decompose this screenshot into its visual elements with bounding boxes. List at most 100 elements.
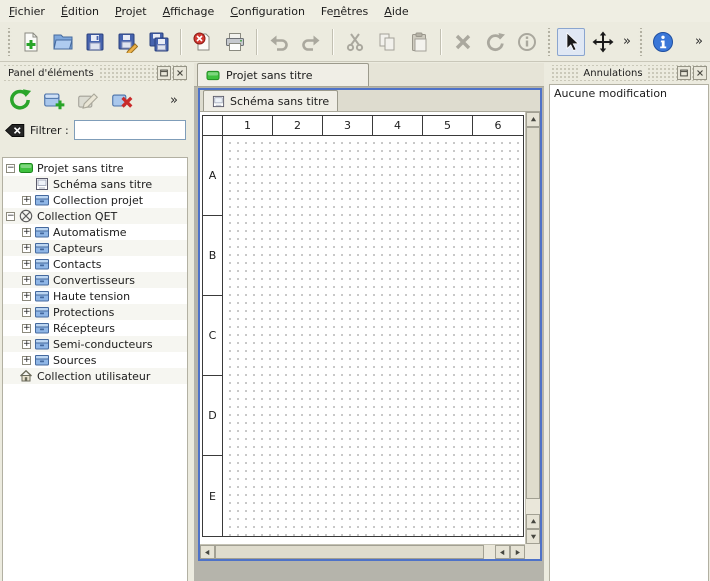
undo-dock-float-button[interactable] [677, 66, 691, 80]
toolbar-handle[interactable] [6, 28, 12, 56]
undo-list-item[interactable]: Aucune modification [550, 85, 708, 102]
menu-configuration[interactable]: Configuration [222, 1, 313, 22]
scroll-up-button[interactable] [526, 112, 540, 127]
save-as-button[interactable] [113, 28, 141, 56]
delete-selection-button[interactable] [449, 28, 477, 56]
tree-item-schema-sans-titre[interactable]: Schéma sans titre [3, 176, 187, 192]
cut-button[interactable] [341, 28, 369, 56]
folder-drawer-icon [35, 273, 49, 287]
delete-element-button[interactable] [107, 85, 137, 115]
row-header-B: B [203, 216, 223, 296]
expander-plus-icon[interactable]: + [22, 340, 31, 349]
filter-clear-button[interactable] [4, 123, 25, 138]
tree-item-label: Contacts [53, 258, 102, 271]
expander-plus-icon[interactable]: + [22, 356, 31, 365]
tree-item-convertisseurs[interactable]: +Convertisseurs [3, 272, 187, 288]
tree-item-capteurs[interactable]: + Capteurs [3, 240, 187, 256]
tree-item-collection-qet[interactable]: −Collection QET [3, 208, 187, 224]
expander-plus-icon[interactable]: + [22, 324, 31, 333]
menu-fichier[interactable]: Fichier [1, 1, 53, 22]
expander-plus-icon[interactable]: + [22, 244, 31, 253]
scroll-up-button-bottom[interactable] [526, 514, 540, 529]
vertical-scrollbar[interactable] [525, 112, 540, 544]
redo-button[interactable] [297, 28, 325, 56]
central-area: Projet sans titre Schéma sans titre [194, 63, 544, 581]
tree-item-label: Récepteurs [53, 322, 115, 335]
elements-tree: −Projet sans titreSchéma sans titre+Coll… [2, 157, 188, 581]
tree-item-projet-sans-titre[interactable]: −Projet sans titre [3, 160, 187, 176]
elements-dock-close-button[interactable] [173, 66, 187, 80]
save-all-button[interactable] [145, 28, 173, 56]
toolbar-handle-info[interactable] [638, 28, 644, 56]
paste-button[interactable] [405, 28, 433, 56]
new-element-button[interactable] [39, 85, 69, 115]
rotate-selection-button[interactable] [481, 28, 509, 56]
edit-element-button[interactable] [73, 85, 103, 115]
tree-item-collection-projet[interactable]: +Collection projet [3, 192, 187, 208]
undo-button[interactable] [265, 28, 293, 56]
expander-minus-icon[interactable]: − [6, 212, 15, 221]
tree-item-protections[interactable]: +Protections [3, 304, 187, 320]
expander-plus-icon[interactable]: + [22, 196, 31, 205]
tree-item-automatisme[interactable]: + Automatisme [3, 224, 187, 240]
menu-edition[interactable]: Édition [53, 1, 107, 22]
scroll-left-button-right[interactable] [495, 545, 510, 559]
elements-dock-float-button[interactable] [157, 66, 171, 80]
horizontal-scroll-track[interactable] [215, 545, 495, 559]
about-info-button[interactable] [649, 28, 677, 56]
tree-item-sources[interactable]: +Sources [3, 352, 187, 368]
toolbar-extension[interactable]: » [619, 34, 635, 49]
undo-dock-close-button[interactable] [693, 66, 707, 80]
elements-dock-title: Panel d'éléments [3, 67, 99, 80]
toolbar-handle-tools[interactable] [546, 28, 552, 56]
select-tool-button[interactable] [557, 28, 585, 56]
close-project-button[interactable] [189, 28, 217, 56]
scroll-right-button[interactable] [510, 545, 525, 559]
open-project-button[interactable] [49, 28, 77, 56]
new-project-button[interactable] [17, 28, 45, 56]
expander-plus-icon[interactable]: + [22, 260, 31, 269]
elements-dock-titlebar[interactable]: Panel d'éléments [3, 65, 187, 81]
save-button[interactable] [81, 28, 109, 56]
copy-button[interactable] [373, 28, 401, 56]
vertical-scroll-track[interactable] [526, 127, 540, 514]
vertical-scroll-thumb[interactable] [526, 127, 540, 499]
tree-item-semi-conducteurs[interactable]: +Semi-conducteurs [3, 336, 187, 352]
expander-plus-icon[interactable]: + [22, 292, 31, 301]
horizontal-scroll-thumb[interactable] [215, 545, 484, 559]
horizontal-scrollbar[interactable] [200, 544, 525, 559]
menu-affichage[interactable]: Affichage [155, 1, 223, 22]
expander-minus-icon[interactable]: − [6, 164, 15, 173]
pan-tool-button[interactable] [589, 28, 617, 56]
toolbar-extension-right[interactable]: » [691, 34, 707, 49]
print-button[interactable] [221, 28, 249, 56]
undo-dock-titlebar[interactable]: Annulations [551, 65, 707, 81]
menu-fenetres[interactable]: Fenêtres [313, 1, 376, 22]
schema-tab[interactable]: Schéma sans titre [203, 90, 338, 111]
selection-info-button[interactable] [513, 28, 541, 56]
elements-toolbar-extension[interactable]: » [166, 93, 182, 108]
scroll-left-button[interactable] [200, 545, 215, 559]
expander-plus-icon[interactable]: + [22, 308, 31, 317]
tree-item-recepteurs[interactable]: + Récepteurs [3, 320, 187, 336]
expander-plus-icon[interactable]: + [22, 228, 31, 237]
menu-projet[interactable]: Projet [107, 1, 155, 22]
tree-item-label: Automatisme [53, 226, 127, 239]
menu-aide[interactable]: Aide [376, 1, 416, 22]
schema-frame: 123456ABCDE [202, 115, 524, 537]
folder-drawer-icon [35, 305, 49, 319]
expander-plus-icon[interactable]: + [22, 276, 31, 285]
filter-input[interactable] [74, 120, 186, 140]
scissors-icon [344, 31, 366, 53]
mdi-area: Schéma sans titre 123456ABCDE [194, 87, 544, 581]
tree-item-contacts[interactable]: + Contacts [3, 256, 187, 272]
reload-collections-button[interactable] [5, 85, 35, 115]
tree-item-label: Capteurs [53, 242, 103, 255]
row-header-A: A [203, 136, 223, 216]
scroll-down-button[interactable] [526, 529, 540, 544]
tree-item-haute-tension[interactable]: +Haute tension [3, 288, 187, 304]
schema-grid[interactable] [223, 136, 523, 536]
project-tab[interactable]: Projet sans titre [197, 63, 369, 86]
tree-item-collection-utilisateur[interactable]: Collection utilisateur [3, 368, 187, 384]
schema-canvas[interactable]: 123456ABCDE [200, 112, 525, 544]
